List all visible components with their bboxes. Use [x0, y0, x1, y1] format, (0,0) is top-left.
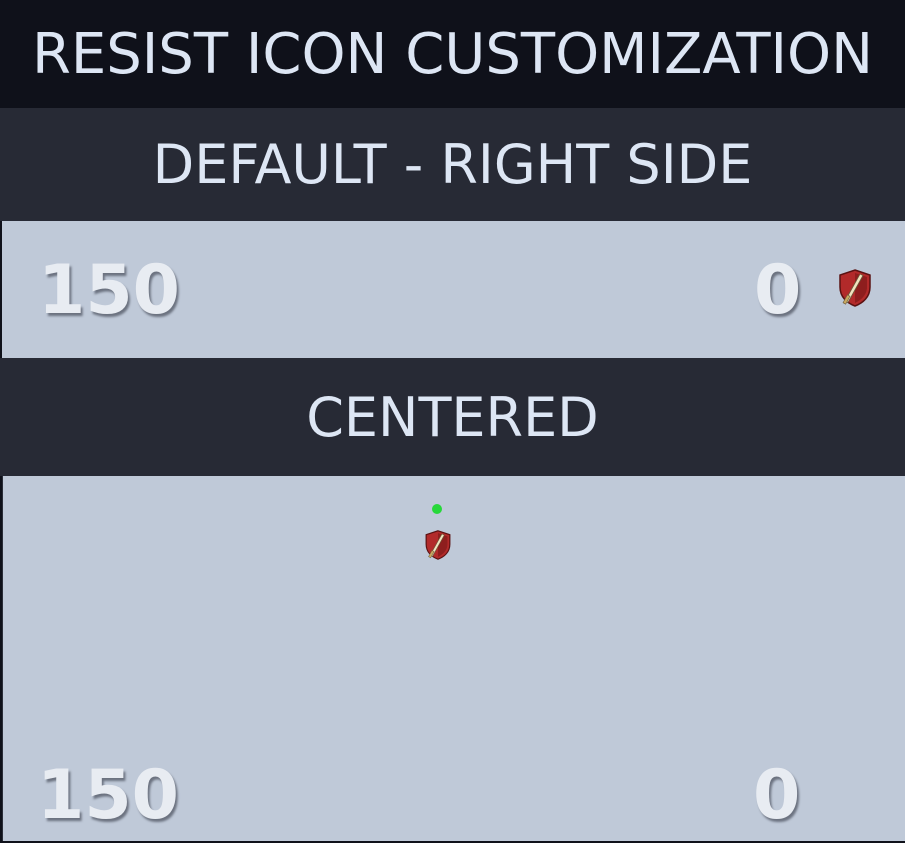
shield-sword-icon — [839, 269, 871, 307]
resist-right-value: 0 — [754, 251, 802, 330]
resist-left-value: 150 — [37, 756, 179, 835]
section-header-centered: CENTERED — [0, 358, 905, 476]
preview-panel-centered: 150 0 — [2, 476, 905, 841]
section-header-default: DEFAULT - RIGHT SIDE — [0, 108, 905, 221]
shield-sword-icon — [425, 530, 451, 560]
title-bar: RESIST ICON CUSTOMIZATION — [0, 0, 905, 108]
preview-panel-default: 150 0 — [2, 221, 905, 358]
resist-right-value: 0 — [753, 756, 801, 835]
resist-left-value: 150 — [38, 251, 180, 330]
section-title-centered: CENTERED — [306, 385, 599, 449]
position-marker-dot — [432, 504, 442, 514]
section-title-default: DEFAULT - RIGHT SIDE — [152, 133, 753, 196]
page-title: RESIST ICON CUSTOMIZATION — [31, 21, 874, 87]
